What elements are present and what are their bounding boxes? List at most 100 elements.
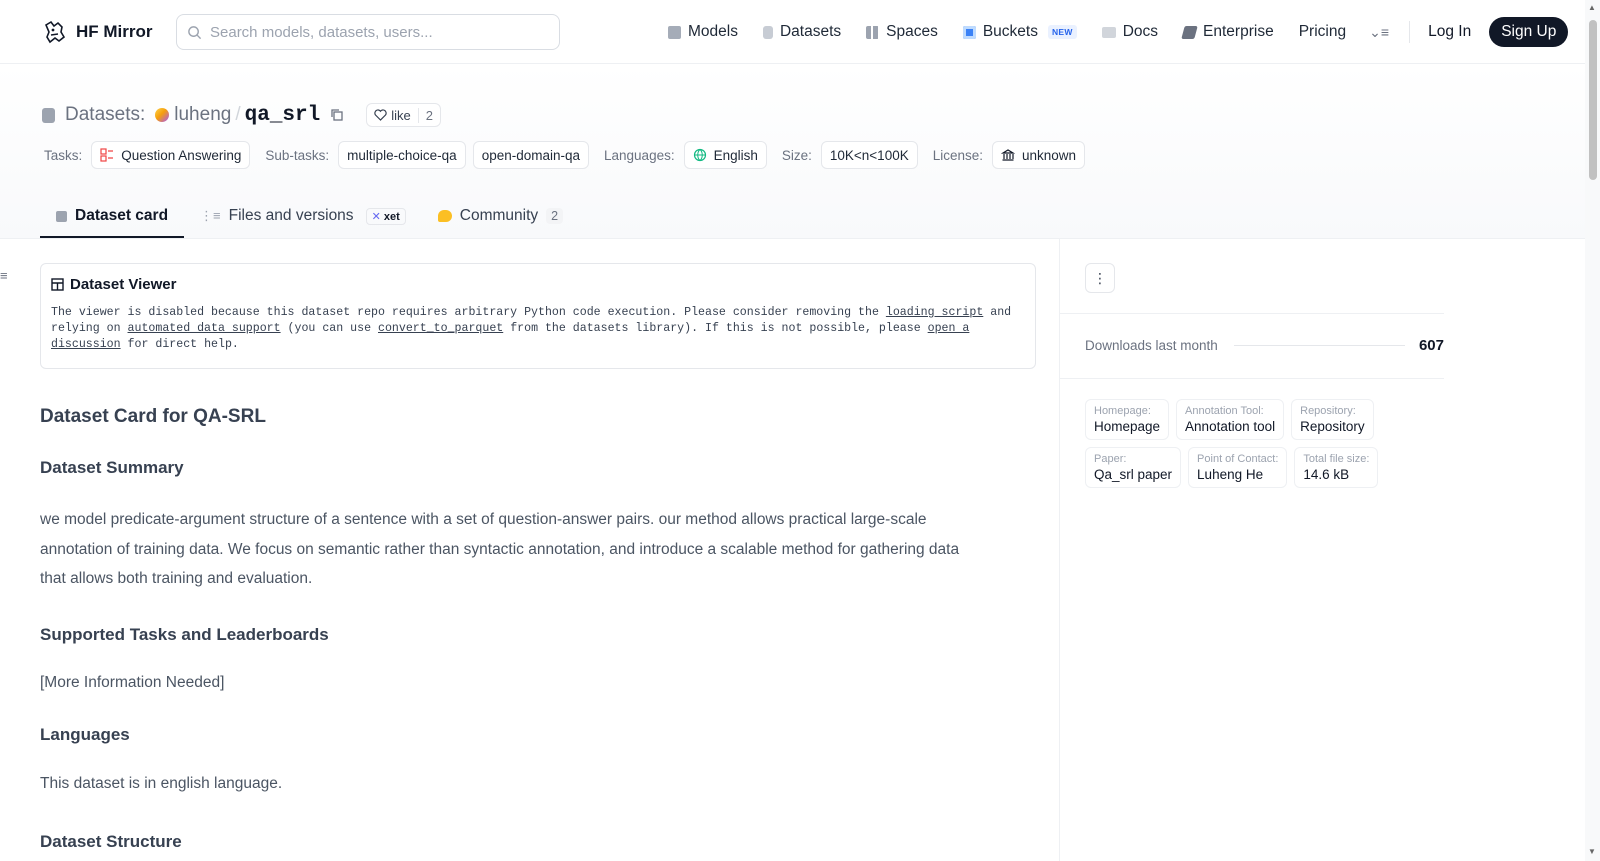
tab-files-and-versions[interactable]: ⋮≡ Files and versions ✕ xet bbox=[184, 193, 422, 239]
dataset-viewer-box: Dataset Viewer The viewer is disabled be… bbox=[40, 263, 1036, 369]
viewer-text: (you can use bbox=[280, 322, 378, 335]
nav-datasets-label: Datasets bbox=[779, 23, 842, 40]
meta-key: Point of Contact: bbox=[1197, 453, 1279, 465]
metadata-grid: Homepage: Homepage Annotation Tool: Anno… bbox=[1085, 399, 1445, 488]
automated-data-support-link[interactable]: automated data support bbox=[128, 322, 281, 335]
xet-badge: ✕ xet bbox=[365, 207, 406, 225]
repo-title: Datasets: luheng / qa_srl like 2 bbox=[42, 101, 441, 129]
cube-icon bbox=[668, 25, 681, 39]
repo-name[interactable]: qa_srl bbox=[245, 104, 321, 127]
scroll-down-icon[interactable]: ▼ bbox=[1588, 847, 1596, 856]
search-icon bbox=[188, 25, 202, 39]
database-icon bbox=[762, 25, 773, 39]
sidebar-separator bbox=[1060, 378, 1444, 379]
tab-dataset-card[interactable]: Dataset card bbox=[40, 193, 185, 239]
nav-buckets[interactable]: Buckets NEW bbox=[962, 23, 1077, 41]
dataset-viewer-title: Dataset Viewer bbox=[51, 276, 1025, 293]
community-icon bbox=[437, 210, 452, 222]
top-navbar: HF Mirror Models Datasets Spaces Buckets… bbox=[0, 0, 1585, 64]
book-icon bbox=[1101, 26, 1116, 38]
tasks-heading: Supported Tasks and Leaderboards bbox=[40, 624, 329, 644]
page-scrollbar[interactable]: ▲ ▼ bbox=[1585, 0, 1600, 861]
meta-repository[interactable]: Repository: Repository bbox=[1291, 399, 1374, 440]
nav-datasets[interactable]: Datasets bbox=[762, 23, 842, 41]
tab-community[interactable]: Community 2 bbox=[422, 193, 579, 239]
repo-tabs: Dataset card ⋮≡ Files and versions ✕ xet… bbox=[40, 193, 579, 239]
nav-pricing-label: Pricing bbox=[1298, 23, 1347, 40]
meta-homepage[interactable]: Homepage: Homepage bbox=[1085, 399, 1170, 440]
globe-icon bbox=[693, 148, 706, 162]
meta-value: Annotation tool bbox=[1185, 419, 1276, 434]
like-text: like bbox=[391, 107, 411, 123]
size-label: Size: bbox=[781, 147, 812, 163]
license-tag[interactable]: unknown bbox=[992, 141, 1086, 169]
meta-value: Luheng He bbox=[1197, 467, 1264, 482]
tab-community-label: Community bbox=[459, 207, 539, 224]
login-link[interactable]: Log In bbox=[1428, 23, 1471, 41]
cube-icon bbox=[56, 210, 67, 222]
task-tag-label: Question Answering bbox=[121, 147, 242, 163]
like-button[interactable]: like 2 bbox=[366, 103, 441, 127]
meta-point-of-contact[interactable]: Point of Contact: Luheng He bbox=[1188, 447, 1288, 488]
copy-icon[interactable] bbox=[330, 108, 344, 122]
languages-text: This dataset is in english language. bbox=[40, 775, 283, 792]
owner-avatar bbox=[155, 108, 170, 122]
summary-text: we model predicate-argument structure of… bbox=[40, 511, 960, 587]
meta-key: Annotation Tool: bbox=[1185, 405, 1264, 417]
dataset-card-content: Dataset Card for QA-SRL Dataset Summary … bbox=[40, 406, 1000, 852]
convert-to-parquet-link[interactable]: convert_to_parquet bbox=[378, 322, 503, 335]
language-tag-label: English bbox=[713, 147, 758, 163]
search-box[interactable] bbox=[176, 14, 560, 50]
viewer-text: from the datasets library). If this is n… bbox=[503, 322, 928, 335]
more-menu-icon[interactable]: ⌄≡ bbox=[1367, 22, 1391, 42]
task-tag[interactable]: Question Answering bbox=[91, 141, 251, 169]
card-title: Dataset Card for QA-SRL bbox=[40, 406, 266, 427]
viewer-title-text: Dataset Viewer bbox=[70, 276, 177, 293]
like-count[interactable]: 2 bbox=[417, 107, 440, 123]
nav-spaces[interactable]: Spaces bbox=[866, 23, 938, 41]
enterprise-icon bbox=[1181, 25, 1198, 39]
xet-badge-label: xet bbox=[383, 210, 400, 223]
meta-value: Qa_srl paper bbox=[1094, 467, 1173, 482]
owner-link[interactable]: luheng bbox=[174, 104, 231, 126]
nav-enterprise-label: Enterprise bbox=[1203, 23, 1274, 40]
viewer-text: The viewer is disabled because this data… bbox=[51, 306, 886, 319]
tasks-text: [More Information Needed] bbox=[40, 673, 225, 691]
toc-toggle-icon[interactable]: ≡ bbox=[0, 268, 8, 283]
more-options-button[interactable]: ⋮ bbox=[1085, 263, 1115, 293]
downloads-stat: Downloads last month 607 bbox=[1085, 337, 1444, 354]
search-input[interactable] bbox=[210, 23, 530, 41]
signup-button[interactable]: Sign Up bbox=[1489, 17, 1569, 47]
scroll-up-icon[interactable]: ▲ bbox=[1588, 3, 1596, 12]
meta-value: Homepage bbox=[1094, 419, 1161, 434]
new-badge: NEW bbox=[1047, 25, 1077, 39]
meta-key: Repository: bbox=[1300, 405, 1356, 417]
loading-script-link[interactable]: loading script bbox=[886, 306, 983, 319]
meta-paper[interactable]: Paper: Qa_srl paper bbox=[1085, 447, 1182, 488]
tags-row: Tasks: Question Answering Sub-tasks: mul… bbox=[44, 141, 1092, 169]
license-tag-label: unknown bbox=[1022, 147, 1077, 163]
meta-key: Homepage: bbox=[1094, 405, 1151, 417]
nav-enterprise[interactable]: Enterprise bbox=[1181, 23, 1274, 41]
brand-logo[interactable]: HF Mirror bbox=[42, 19, 153, 45]
size-tag[interactable]: 10K<n<100K bbox=[820, 141, 918, 169]
meta-key: Total file size: bbox=[1303, 453, 1370, 465]
scrollbar-thumb[interactable] bbox=[1589, 20, 1597, 180]
meta-value: Repository bbox=[1300, 419, 1365, 434]
nav-pricing[interactable]: Pricing bbox=[1299, 23, 1346, 41]
languages-heading: Languages bbox=[40, 725, 130, 744]
nav-docs-label: Docs bbox=[1122, 23, 1159, 40]
nav-models-label: Models bbox=[688, 23, 738, 40]
subtask-tag[interactable]: open-domain-qa bbox=[472, 141, 590, 169]
nav-models[interactable]: Models bbox=[668, 23, 738, 41]
nav-docs[interactable]: Docs bbox=[1101, 23, 1159, 41]
subtask-tag[interactable]: multiple-choice-qa bbox=[338, 141, 466, 169]
license-icon bbox=[1001, 149, 1016, 161]
sidebar-divider bbox=[1059, 239, 1060, 861]
community-count: 2 bbox=[546, 208, 564, 224]
brand-name: HF Mirror bbox=[76, 22, 153, 41]
language-tag[interactable]: English bbox=[683, 141, 767, 169]
dataset-icon bbox=[42, 107, 55, 123]
meta-annotation-tool[interactable]: Annotation Tool: Annotation tool bbox=[1176, 399, 1285, 440]
languages-label: Languages: bbox=[604, 147, 675, 163]
